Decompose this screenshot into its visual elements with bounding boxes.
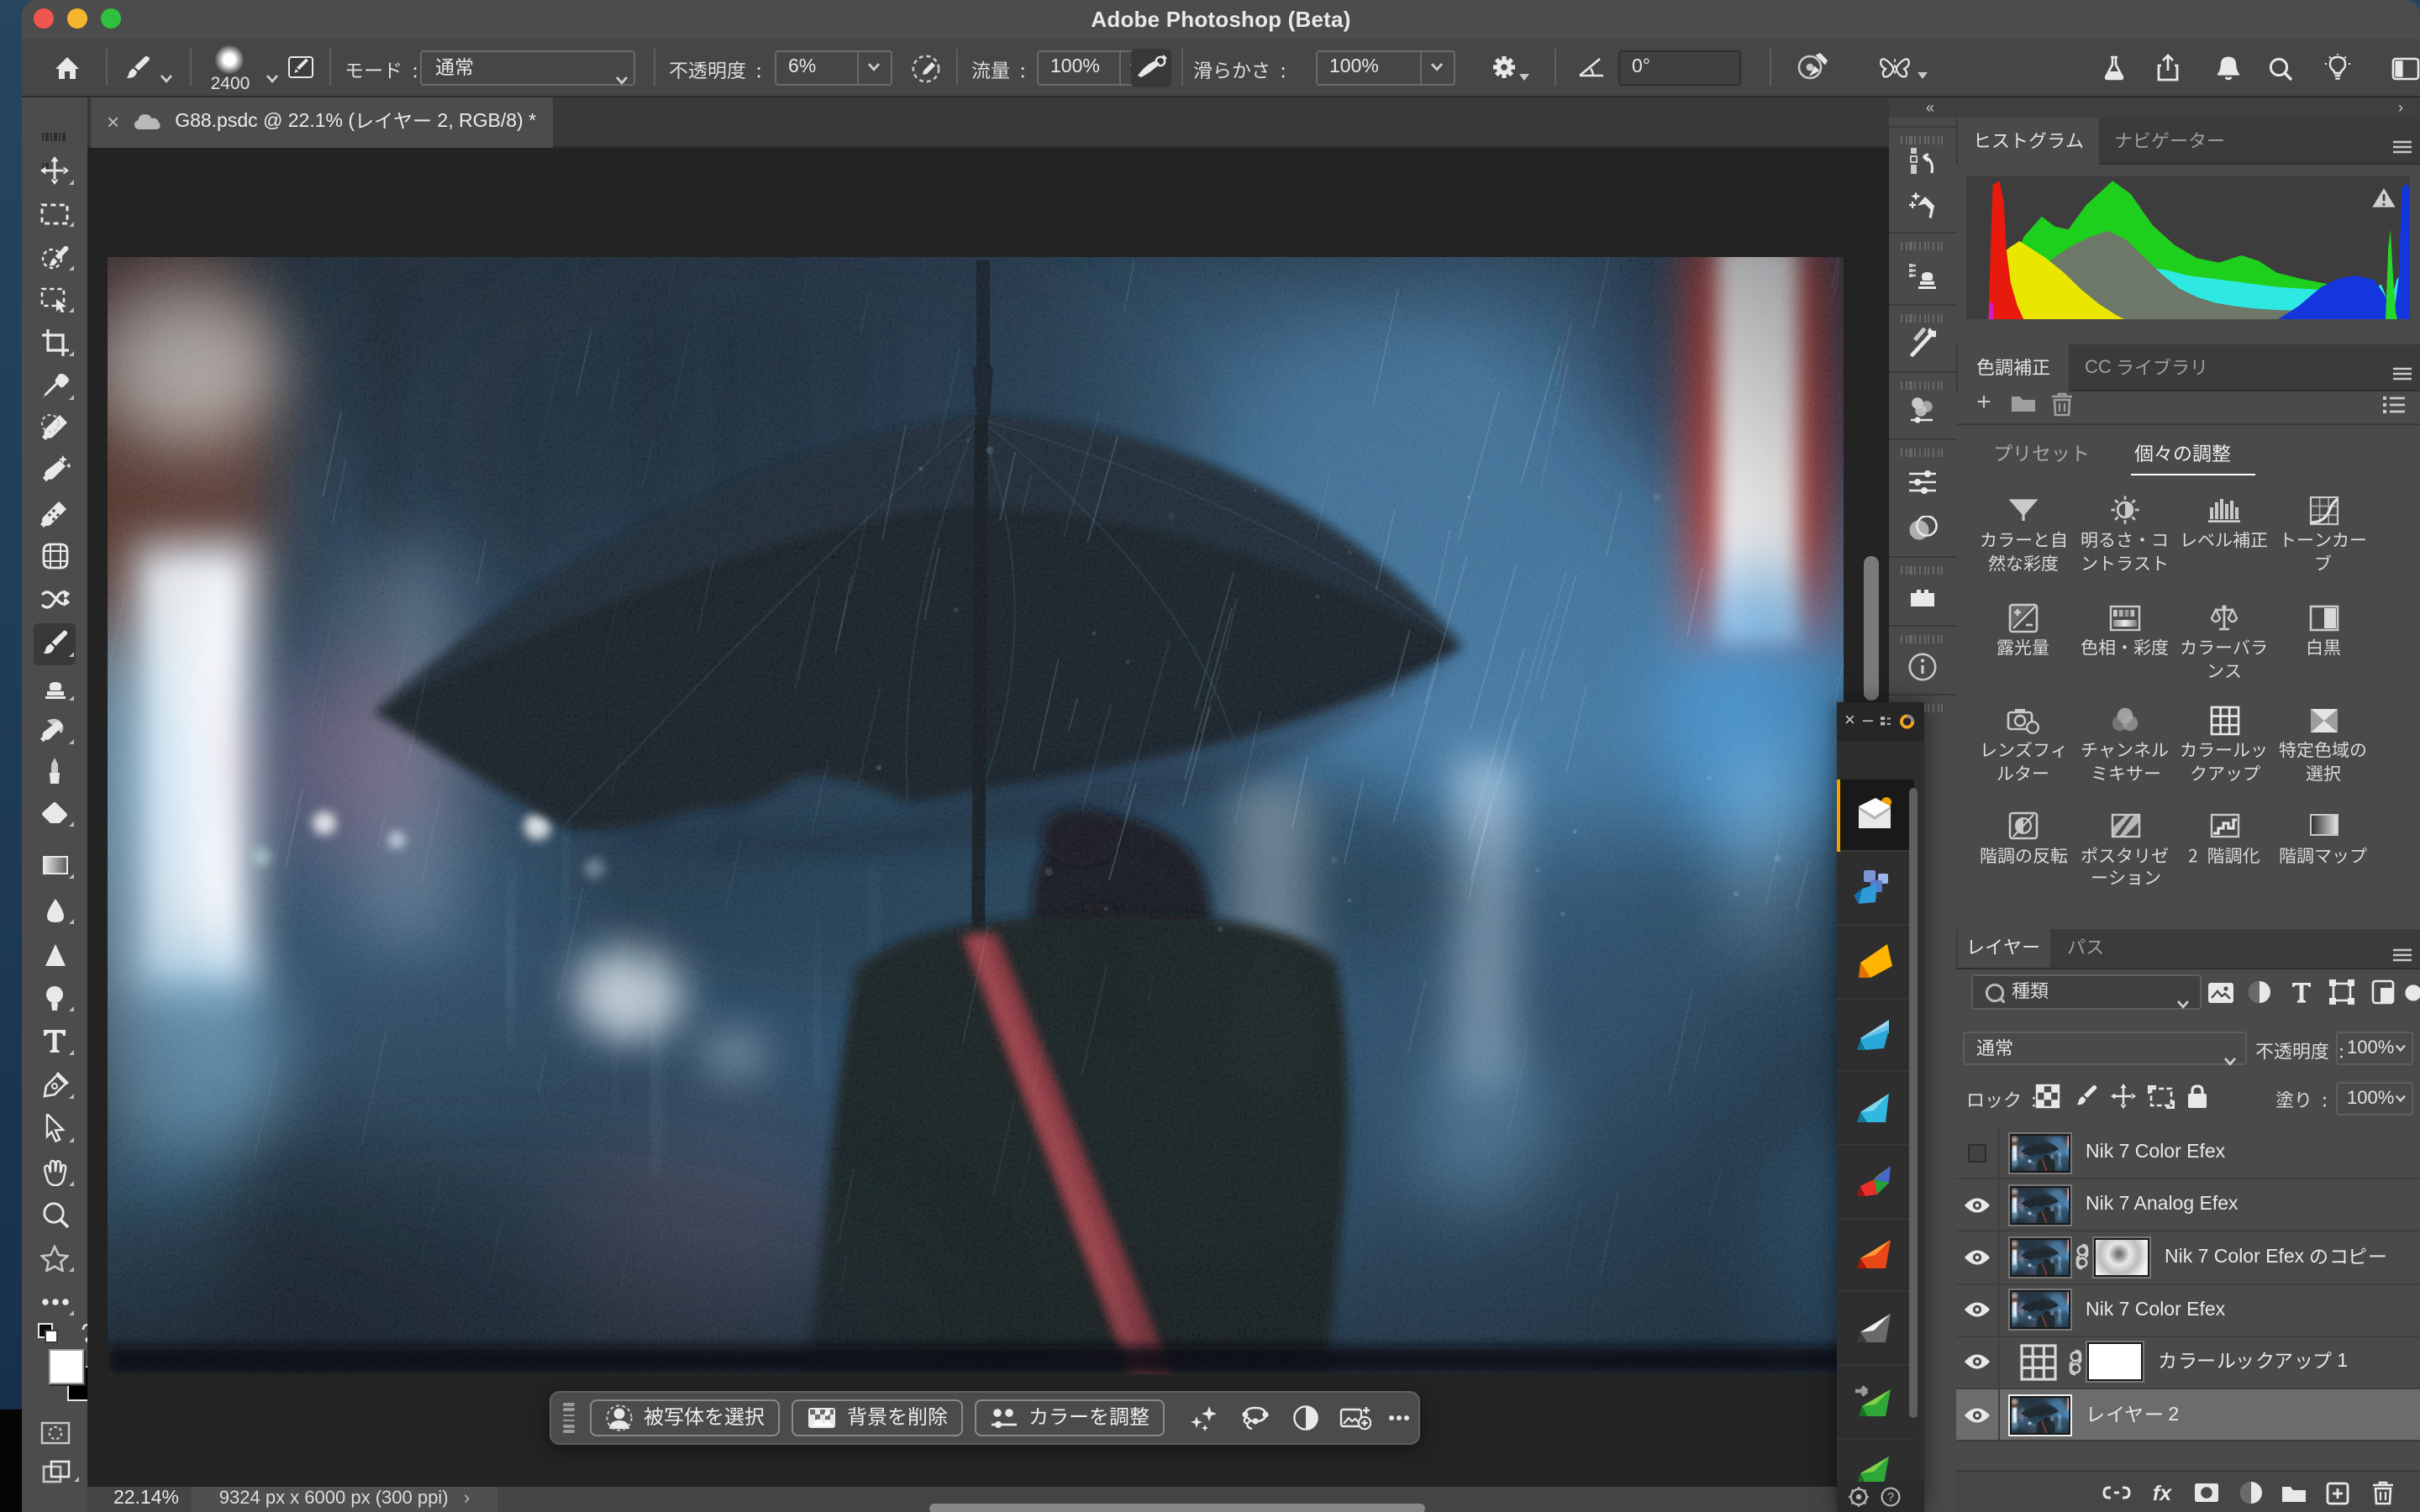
svg-text:?: ? <box>1886 1490 1893 1504</box>
